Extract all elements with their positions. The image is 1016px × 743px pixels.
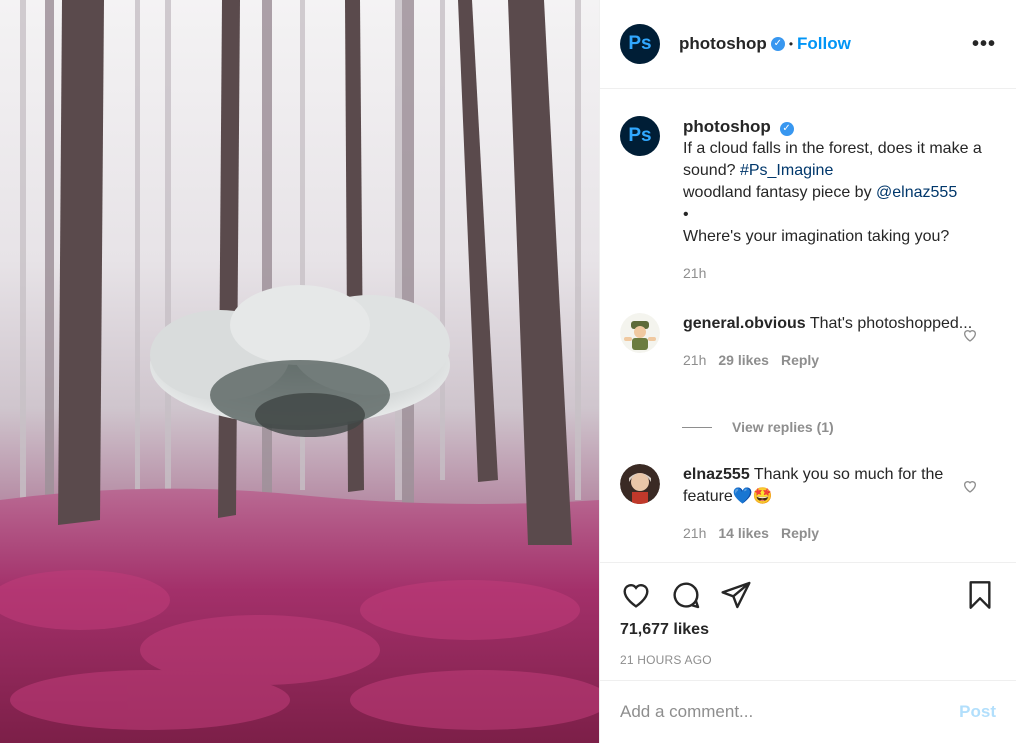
more-options-icon[interactable]: ••• xyxy=(972,33,996,56)
commenter-avatar[interactable] xyxy=(620,464,660,504)
verified-badge-icon: ✓ xyxy=(779,122,794,136)
like-count[interactable]: 71,677 likes xyxy=(620,621,709,639)
caption: Ps photoshop ✓ If a cloud falls in the f… xyxy=(620,116,996,284)
post-photo[interactable] xyxy=(0,0,599,743)
verified-badge-icon: ✓ xyxy=(770,37,785,51)
comment-username[interactable]: general.obvious xyxy=(683,315,806,332)
instagram-post: Ps photoshop ✓ • Follow ••• Ps photoshop… xyxy=(0,0,1016,743)
commenter-avatar[interactable] xyxy=(620,313,660,353)
heart-outline-icon[interactable] xyxy=(962,478,978,494)
forest-cloud-image xyxy=(0,0,599,743)
comment-body: elnaz555 Thank you so much for the featu… xyxy=(683,464,993,544)
heart-icon[interactable] xyxy=(620,579,652,611)
caption-avatar[interactable]: Ps xyxy=(620,116,660,156)
comment-bubble-icon[interactable] xyxy=(670,579,702,611)
heart-outline-icon[interactable] xyxy=(962,327,978,343)
caption-body: photoshop ✓ If a cloud falls in the fore… xyxy=(683,116,993,284)
account-name[interactable]: photoshop xyxy=(679,34,767,54)
paper-plane-icon[interactable] xyxy=(720,579,752,611)
hashtag-link[interactable]: #Ps_Imagine xyxy=(740,162,833,179)
separator-dot: • xyxy=(788,37,794,51)
post-comment-button[interactable]: Post xyxy=(959,702,996,722)
view-replies-line xyxy=(682,426,712,428)
caption-bullet: • xyxy=(683,206,689,223)
bookmark-icon[interactable] xyxy=(964,579,996,611)
photoshop-avatar[interactable]: Ps xyxy=(620,24,660,64)
comment-composer: Add a comment... Post xyxy=(600,680,1016,743)
comment-text: That's photoshopped... xyxy=(809,315,973,332)
reply-button[interactable]: Reply xyxy=(781,525,819,541)
comment-meta: 21h 14 likes Reply xyxy=(683,522,993,544)
comments-section[interactable]: Ps photoshop ✓ If a cloud falls in the f… xyxy=(600,89,1016,562)
comment-row: elnaz555 Thank you so much for the featu… xyxy=(620,464,996,544)
caption-question: Where's your imagination taking you? xyxy=(683,228,950,245)
comment-input[interactable]: Add a comment... xyxy=(620,702,959,722)
post-timestamp: 21 HOURS AGO xyxy=(620,653,712,667)
comment-likes[interactable]: 14 likes xyxy=(718,525,769,541)
mention-link[interactable]: @elnaz555 xyxy=(876,184,957,201)
reply-button[interactable]: Reply xyxy=(781,352,819,368)
comment-age: 21h xyxy=(683,525,707,541)
comment-age: 21h xyxy=(683,352,707,368)
post-header: Ps photoshop ✓ • Follow ••• xyxy=(600,0,1016,89)
follow-button[interactable]: Follow xyxy=(797,34,851,54)
comment-likes[interactable]: 29 likes xyxy=(718,352,769,368)
comment-meta: 21h 29 likes Reply xyxy=(683,349,993,371)
comment-row: general.obvious That's photoshopped... 2… xyxy=(620,313,996,371)
comment-username[interactable]: elnaz555 xyxy=(683,466,750,483)
view-replies-button[interactable]: View replies (1) xyxy=(682,419,834,435)
post-side-panel: Ps photoshop ✓ • Follow ••• Ps photoshop… xyxy=(599,0,1016,743)
post-actions: 71,677 likes 21 HOURS AGO xyxy=(600,562,1016,680)
caption-username[interactable]: photoshop xyxy=(683,117,771,136)
caption-age: 21h xyxy=(683,265,707,281)
caption-text-credit: woodland fantasy piece by xyxy=(683,184,872,201)
action-icons xyxy=(620,579,996,613)
comment-body: general.obvious That's photoshopped... 2… xyxy=(683,313,993,371)
